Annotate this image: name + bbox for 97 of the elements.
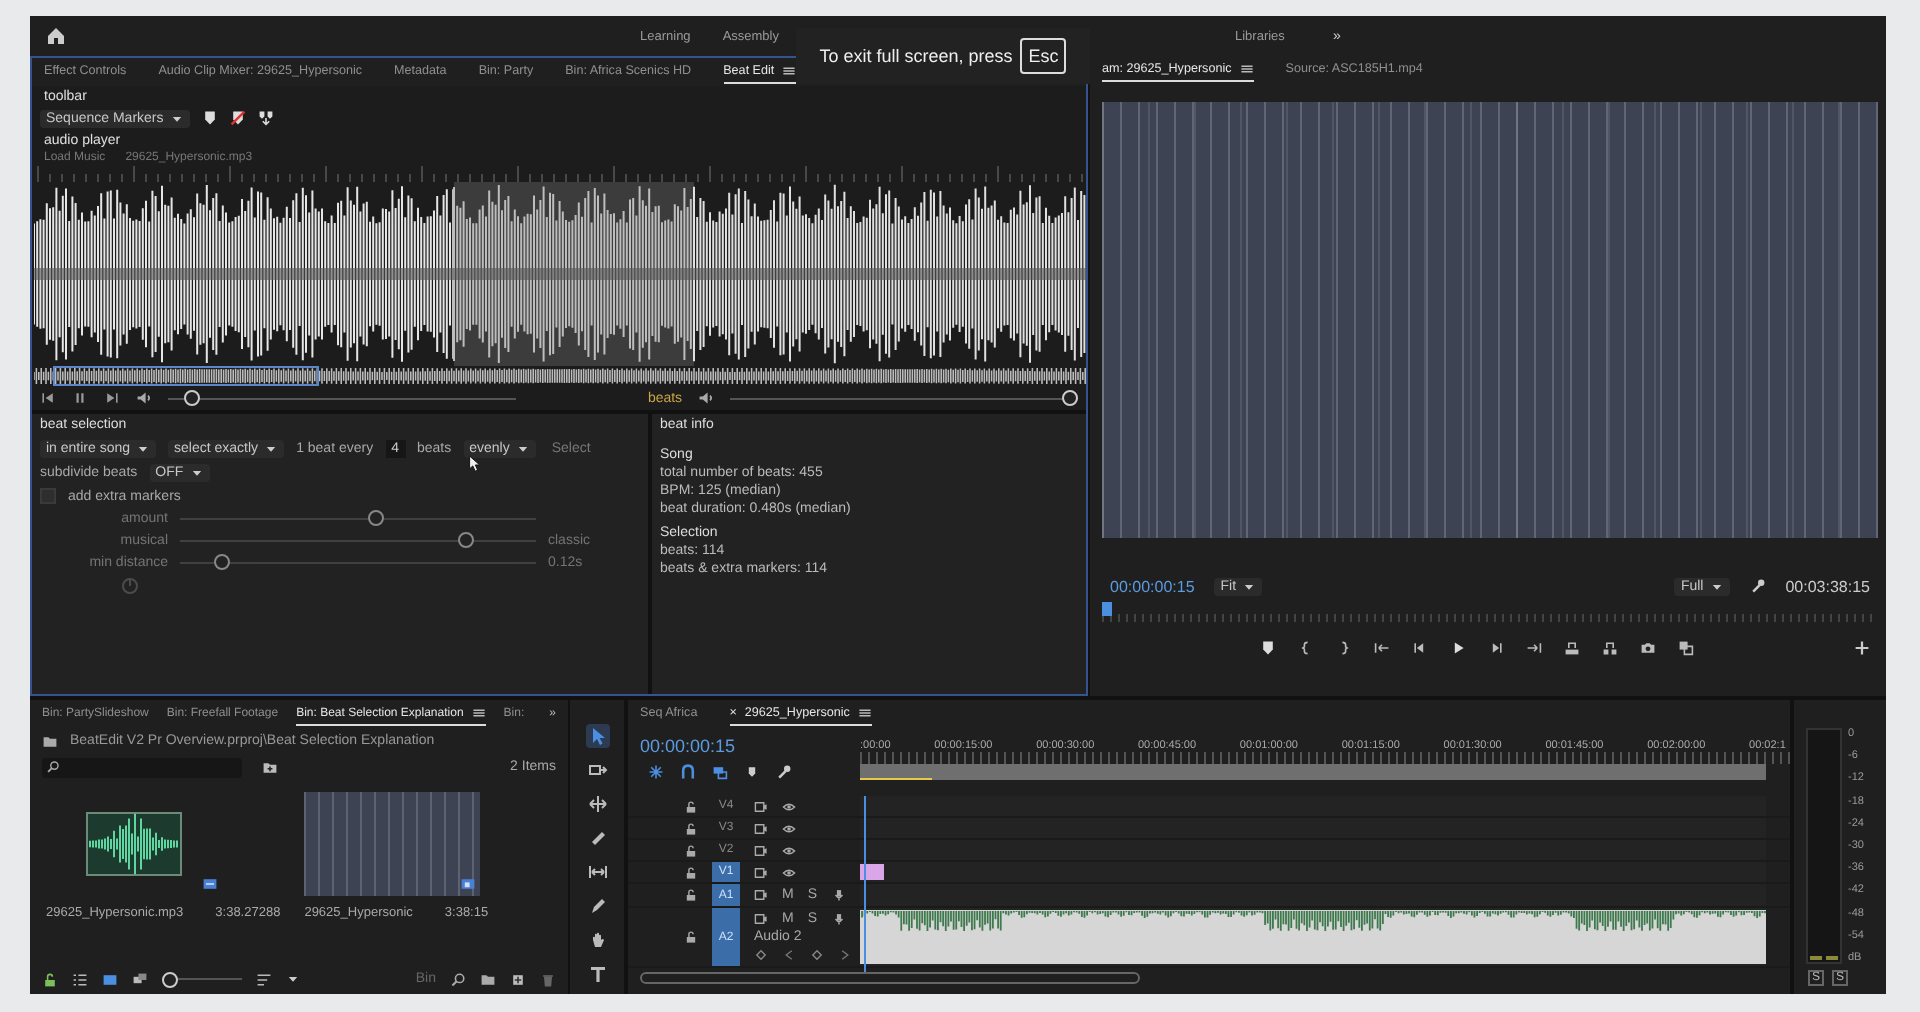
razor-icon[interactable]	[587, 828, 607, 848]
marker-icon[interactable]	[201, 110, 218, 126]
skip-forward-icon[interactable]	[104, 390, 120, 406]
sync-lock-icon[interactable]	[754, 912, 768, 926]
audio-file-icon	[202, 876, 218, 892]
caret-icon	[169, 111, 184, 125]
keyframe-icon[interactable]	[754, 948, 768, 962]
icon-view-icon[interactable]	[102, 971, 118, 987]
previous-keyframe-icon[interactable]	[782, 948, 796, 962]
checkbox[interactable]	[40, 488, 56, 504]
caret-icon[interactable]	[286, 972, 300, 986]
mouse-cursor-icon	[468, 454, 484, 474]
snap-icon[interactable]	[680, 764, 696, 780]
sync-lock-icon[interactable]	[754, 865, 768, 879]
search-field[interactable]	[42, 757, 242, 777]
trash-icon[interactable]	[540, 971, 556, 987]
menu-icon[interactable]	[471, 706, 486, 720]
hand-icon[interactable]	[587, 930, 607, 950]
marker-icon[interactable]	[1259, 640, 1275, 656]
keyframe-icon[interactable]	[810, 948, 824, 962]
nest-icon[interactable]	[648, 764, 664, 780]
lock-icon[interactable]	[684, 865, 698, 879]
folder-icon[interactable]	[480, 971, 496, 987]
step-forward-icon[interactable]	[1487, 640, 1503, 656]
microphone-icon[interactable]	[831, 912, 846, 926]
search-icon[interactable]	[450, 971, 466, 987]
pause-icon[interactable]	[72, 390, 88, 406]
slider-thumb[interactable]	[162, 971, 178, 987]
lock-icon[interactable]	[42, 971, 58, 987]
menu-icon[interactable]	[857, 706, 872, 720]
lock-icon[interactable]	[684, 888, 698, 902]
notice-text: To exit full screen, press	[819, 46, 1013, 66]
freeform-view-icon[interactable]	[132, 971, 148, 987]
current-timecode: 00:00:00:15	[640, 734, 738, 760]
camera-icon[interactable]	[1639, 640, 1655, 656]
selection-arrow-icon[interactable]	[587, 726, 607, 746]
go-to-in-icon[interactable]	[1373, 640, 1389, 656]
duration-timecode: 00:03:38:15	[1785, 577, 1870, 595]
ripple-edit-icon[interactable]	[587, 794, 607, 814]
eye-icon[interactable]	[782, 843, 796, 857]
marker-remove-icon[interactable]	[229, 110, 246, 126]
slider-thumb[interactable]	[1062, 390, 1078, 406]
audio-waveform-thumbnail	[86, 812, 182, 876]
caret-icon	[1709, 579, 1724, 593]
microphone-icon[interactable]	[831, 888, 846, 902]
new-bin-icon[interactable]	[262, 759, 278, 775]
wrench-icon[interactable]	[1749, 578, 1766, 594]
caret-icon	[136, 442, 151, 456]
sync-lock-icon[interactable]	[754, 821, 768, 835]
sync-lock-icon[interactable]	[754, 843, 768, 857]
type-tool-icon[interactable]	[587, 964, 607, 984]
list-view-icon[interactable]	[72, 971, 88, 987]
lift-icon[interactable]	[1563, 640, 1579, 656]
extract-icon[interactable]	[1601, 640, 1617, 656]
track-select-icon[interactable]	[587, 760, 607, 780]
horizontal-scrollbar[interactable]	[640, 972, 1140, 984]
folder-icon	[42, 733, 58, 749]
caret-icon	[1242, 579, 1257, 593]
next-keyframe-icon[interactable]	[838, 948, 852, 962]
marker-icon[interactable]	[744, 764, 760, 780]
new-item-icon[interactable]	[510, 971, 526, 987]
pen-icon[interactable]	[587, 896, 607, 916]
go-to-out-icon[interactable]	[1525, 640, 1541, 656]
step-back-icon[interactable]	[1411, 640, 1427, 656]
esc-key: Esc	[1020, 38, 1067, 74]
caret-icon	[515, 442, 530, 456]
knob-icon	[120, 576, 140, 596]
volume-icon[interactable]	[698, 390, 715, 406]
mark-in-icon[interactable]	[1297, 640, 1313, 656]
eye-icon[interactable]	[782, 821, 796, 835]
sync-lock-icon[interactable]	[754, 799, 768, 813]
slip-icon[interactable]	[587, 862, 607, 882]
lock-icon[interactable]	[684, 930, 698, 944]
merge-markers-icon[interactable]	[257, 110, 274, 126]
caret-icon	[264, 442, 279, 456]
compare-view-icon[interactable]	[1677, 640, 1693, 656]
lock-icon[interactable]	[684, 799, 698, 813]
current-timecode: 00:00:00:15	[1110, 577, 1195, 595]
skip-back-icon[interactable]	[40, 390, 56, 406]
home-icon[interactable]	[46, 26, 66, 46]
slider-thumb[interactable]	[184, 390, 201, 406]
volume-icon[interactable]	[136, 390, 152, 406]
sort-icon[interactable]	[256, 971, 272, 987]
menu-icon[interactable]	[1239, 62, 1254, 76]
search-icon	[46, 760, 60, 774]
add-button-icon[interactable]	[1854, 640, 1870, 656]
menu-icon[interactable]	[782, 64, 797, 78]
wrench-icon[interactable]	[776, 764, 792, 780]
video-file-icon	[460, 876, 477, 892]
lock-icon[interactable]	[684, 821, 698, 835]
play-icon[interactable]	[1449, 640, 1465, 656]
linked-selection-icon[interactable]	[712, 764, 728, 780]
eye-icon[interactable]	[782, 865, 796, 879]
sync-lock-icon[interactable]	[754, 888, 768, 902]
eye-icon[interactable]	[782, 799, 796, 813]
caret-icon	[189, 466, 204, 480]
lock-icon[interactable]	[684, 843, 698, 857]
